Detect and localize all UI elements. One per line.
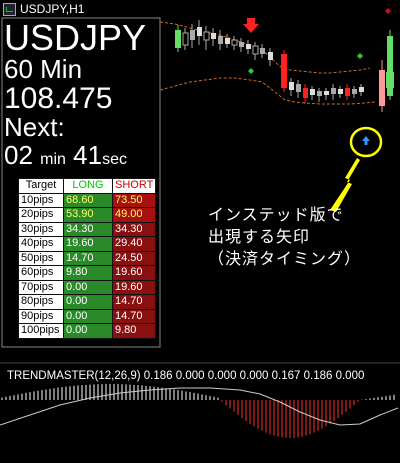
symbol-label: USDJPY: [4, 17, 147, 58]
target-cell: 100pips: [18, 323, 64, 339]
table-row: 100pips 0.00 9.80: [18, 323, 157, 339]
window-title-bar: USDJPY,H1: [0, 0, 84, 18]
diamond-marker-icon: [248, 68, 254, 74]
target-cell: 50pips: [18, 250, 64, 266]
target-cell: 20pips: [18, 207, 64, 223]
short-value-cell: 29.40: [111, 236, 157, 252]
target-cell: 30pips: [18, 221, 64, 237]
pip-probability-table: Target LONG SHORT 10pips 68.60 73.50 20pips…: [18, 178, 157, 339]
down-arrow-icon: [243, 18, 259, 33]
annotation-line: 出現する矢印: [208, 227, 311, 246]
long-value-cell: 53.90: [63, 207, 113, 223]
seconds-value: 41: [73, 140, 103, 170]
long-value-cell: 68.60: [63, 192, 113, 208]
short-value-cell: 14.70: [111, 308, 157, 324]
table-row: 10pips 68.60 73.50: [18, 192, 157, 208]
minutes-unit: min: [40, 151, 66, 168]
annotation-line: （決済タイミング）: [208, 249, 362, 268]
chart-icon: [3, 2, 16, 16]
target-cell: 90pips: [18, 308, 64, 324]
diamond-marker-icon: [357, 53, 363, 59]
seconds-unit: sec: [102, 151, 127, 168]
short-value-cell: 9.80: [111, 323, 157, 339]
table-row: 60pips 9.80 19.60: [18, 265, 157, 281]
target-cell: 10pips: [18, 192, 64, 208]
price-label: 108.475: [4, 82, 113, 115]
candles: [175, 20, 394, 112]
short-value-cell: 49.00: [111, 207, 157, 223]
target-cell: 40pips: [18, 236, 64, 252]
short-value-cell: 24.50: [111, 250, 157, 266]
corner-marker-icon[interactable]: [385, 8, 391, 14]
table-row: 80pips 0.00 14.70: [18, 294, 157, 310]
short-value-cell: 14.70: [111, 294, 157, 310]
window-title: USDJPY,H1: [20, 2, 85, 16]
short-value-cell: 34.30: [111, 221, 157, 237]
long-value-cell: 34.30: [63, 221, 113, 237]
long-value-cell: 0.00: [63, 308, 113, 324]
long-value-cell: 9.80: [63, 265, 113, 281]
target-cell: 70pips: [18, 279, 64, 295]
table-row: 20pips 53.90 49.00: [18, 207, 157, 223]
timeframe-label: 60 Min: [4, 54, 83, 84]
target-cell: 80pips: [18, 294, 64, 310]
target-cell: 60pips: [18, 265, 64, 281]
info-panel: USDJPY 60 Min 108.475 Next: 02 min 41sec: [4, 20, 158, 175]
short-value-cell: 73.50: [111, 192, 157, 208]
header-long: LONG: [63, 178, 113, 194]
up-arrow-icon: [362, 136, 370, 145]
countdown-timer: 02 min 41sec: [4, 140, 158, 175]
short-value-cell: 19.60: [111, 265, 157, 281]
minutes-value: 02: [4, 140, 33, 170]
long-value-cell: 19.60: [63, 236, 113, 252]
long-value-cell: 0.00: [63, 279, 113, 295]
next-label: Next:: [4, 112, 65, 142]
long-value-cell: 0.00: [63, 294, 113, 310]
oscillator-label: TRENDMASTER(12,26,9) 0.186 0.000 0.000 0…: [7, 370, 365, 382]
short-value-cell: 19.60: [111, 279, 157, 295]
table-row: 50pips 14.70 24.50: [18, 250, 157, 266]
annotation-line: インステッド版で: [208, 205, 344, 224]
long-value-cell: 14.70: [63, 250, 113, 266]
table-row: 40pips 19.60 29.40: [18, 236, 157, 252]
table-row: 70pips 0.00 19.60: [18, 279, 157, 295]
table-row: 30pips 34.30 34.30: [18, 221, 157, 237]
table-row: 90pips 0.00 14.70: [18, 308, 157, 324]
annotation-text: インステッド版で 出現する矢印 （決済タイミング）: [208, 204, 398, 270]
header-short: SHORT: [111, 178, 157, 194]
header-target: Target: [18, 178, 64, 194]
long-value-cell: 0.00: [63, 323, 113, 339]
table-header-row: Target LONG SHORT: [18, 178, 157, 194]
oscillator-histogram: [1, 384, 395, 438]
